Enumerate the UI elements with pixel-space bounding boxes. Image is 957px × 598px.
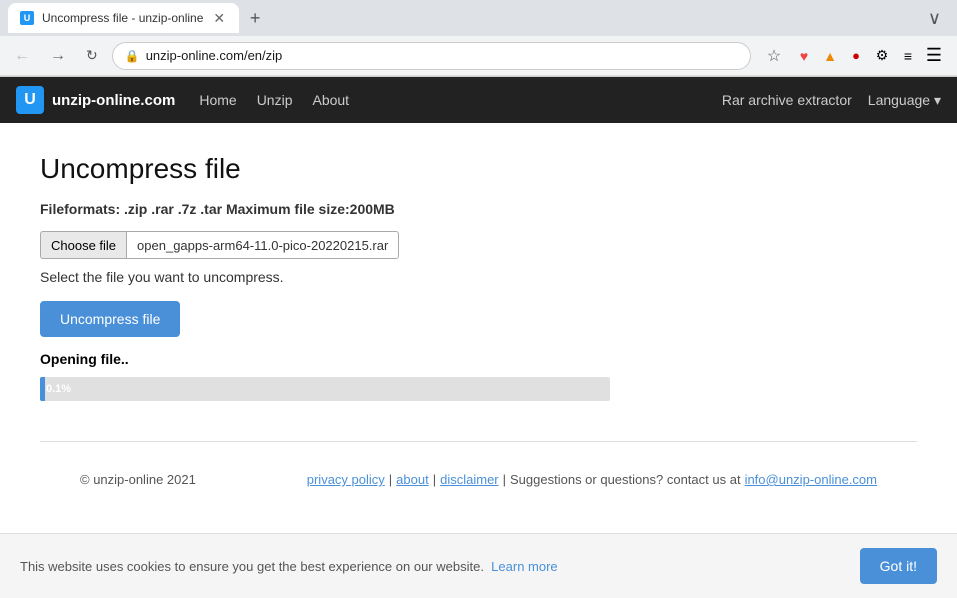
- tab-favicon: U: [20, 11, 34, 25]
- page-title: Uncompress file: [40, 153, 917, 185]
- extensions-area: ♥ ▲ ● ⚙ ≡ ☰: [793, 45, 945, 67]
- browser-chrome: U Uncompress file - unzip-online ✕ + ∨ ←…: [0, 0, 957, 77]
- tab-title: Uncompress file - unzip-online: [42, 11, 203, 25]
- got-it-button[interactable]: Got it!: [860, 548, 937, 584]
- file-input-row: Choose file open_gapps-arm64-11.0-pico-2…: [40, 231, 917, 259]
- maxsize-value: 200MB: [350, 201, 395, 217]
- about-link[interactable]: about: [396, 472, 429, 487]
- divider: [40, 441, 917, 442]
- toolbar-icons: ☆ ♥ ▲ ● ⚙ ≡ ☰: [759, 45, 949, 67]
- privacy-policy-link[interactable]: privacy policy: [307, 472, 385, 487]
- new-tab-button[interactable]: +: [243, 6, 267, 30]
- lock-icon: 🔒: [125, 49, 140, 63]
- browser-toolbar: ← → ↻ 🔒 unzip-online.com/en/zip ☆ ♥ ▲ ● …: [0, 36, 957, 76]
- site-logo: U unzip-online.com: [16, 86, 175, 114]
- fileformats-label: Fileformats:: [40, 201, 120, 217]
- bookmark-icon[interactable]: ☆: [763, 45, 785, 67]
- footer-email-link[interactable]: info@unzip-online.com: [745, 472, 877, 487]
- puzzle-ext-icon[interactable]: ⚙: [871, 45, 893, 67]
- fileformats-value: .zip .rar .7z .tar: [120, 201, 226, 217]
- site-nav: U unzip-online.com Home Unzip About Rar …: [0, 77, 957, 123]
- nav-links: Home Unzip About: [199, 92, 349, 108]
- file-formats: Fileformats: .zip .rar .7z .tar Maximum …: [40, 201, 917, 217]
- tab-close-button[interactable]: ✕: [211, 8, 227, 29]
- nav-right: Rar archive extractor Language ▾: [722, 92, 941, 109]
- rar-link[interactable]: Rar archive extractor: [722, 92, 852, 108]
- logo-box: U: [16, 86, 44, 114]
- tab-bar: U Uncompress file - unzip-online ✕ + ∨: [0, 0, 957, 36]
- cookie-banner: This website uses cookies to ensure you …: [0, 533, 957, 598]
- back-button[interactable]: ←: [8, 43, 36, 69]
- address-bar[interactable]: 🔒 unzip-online.com/en/zip: [112, 42, 751, 70]
- learn-more-link[interactable]: Learn more: [491, 559, 557, 574]
- footer-sep-1: |: [389, 472, 392, 487]
- nav-home[interactable]: Home: [199, 92, 236, 108]
- active-tab[interactable]: U Uncompress file - unzip-online ✕: [8, 3, 239, 33]
- nav-about[interactable]: About: [312, 92, 349, 108]
- reload-button[interactable]: ↻: [80, 43, 104, 68]
- alert-ext-icon[interactable]: ▲: [819, 45, 841, 67]
- language-button[interactable]: Language ▾: [868, 92, 941, 109]
- forward-button[interactable]: →: [44, 43, 72, 69]
- logo-letter: U: [24, 91, 36, 109]
- choose-file-button[interactable]: Choose file: [40, 231, 126, 259]
- site-name: unzip-online.com: [52, 92, 175, 109]
- footer: © unzip-online 2021 privacy policy | abo…: [40, 462, 917, 497]
- progress-bar-container: 0.1%: [40, 377, 610, 401]
- menu-icon[interactable]: ☰: [923, 45, 945, 67]
- file-name-display: open_gapps-arm64-11.0-pico-20220215.rar: [126, 231, 399, 259]
- tab-scroll-chevron[interactable]: ∨: [928, 8, 949, 29]
- footer-sep-2: |: [433, 472, 436, 487]
- uncompress-button[interactable]: Uncompress file: [40, 301, 180, 337]
- footer-contact-text: Suggestions or questions? contact us at: [510, 472, 741, 487]
- footer-copyright: © unzip-online 2021: [80, 472, 196, 487]
- address-text: unzip-online.com/en/zip: [146, 48, 738, 63]
- disclaimer-link[interactable]: disclaimer: [440, 472, 499, 487]
- main-content: Uncompress file Fileformats: .zip .rar .…: [0, 123, 957, 527]
- progress-bar-fill: [40, 377, 45, 401]
- footer-links: privacy policy | about | disclaimer | Su…: [307, 472, 877, 487]
- cookie-message-text: This website uses cookies to ensure you …: [20, 559, 484, 574]
- footer-sep-3: |: [503, 472, 506, 487]
- nav-unzip[interactable]: Unzip: [257, 92, 293, 108]
- select-hint: Select the file you want to uncompress.: [40, 269, 917, 285]
- ublock-ext-icon[interactable]: ●: [845, 45, 867, 67]
- maxsize-label: Maximum file size:: [226, 201, 350, 217]
- extra-ext-icon[interactable]: ≡: [897, 45, 919, 67]
- progress-label: 0.1%: [46, 383, 71, 395]
- opening-label: Opening file..: [40, 351, 917, 367]
- vpn-ext-icon[interactable]: ♥: [793, 45, 815, 67]
- cookie-message: This website uses cookies to ensure you …: [20, 559, 848, 574]
